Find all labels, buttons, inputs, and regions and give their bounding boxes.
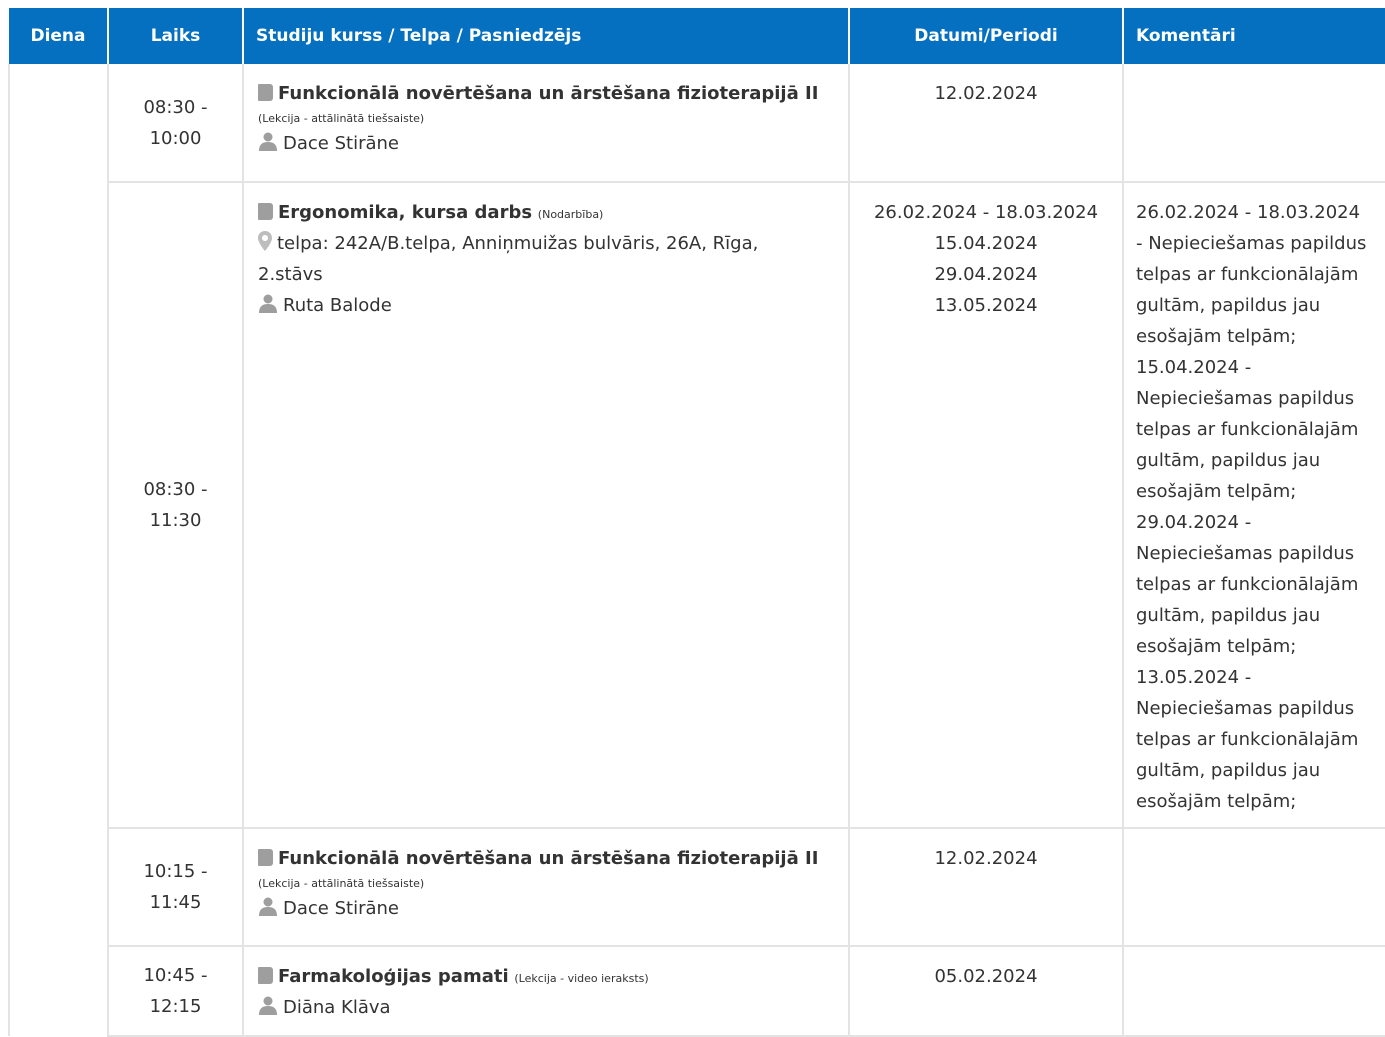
time-end: 11:45: [149, 892, 202, 913]
comments-cell: [1123, 946, 1385, 1037]
comment-line: gultām, papildus jau: [1136, 450, 1321, 471]
book-icon: [258, 966, 273, 984]
comment-line: gultām, papildus jau: [1136, 605, 1321, 626]
comment-line: Nepieciešamas papildus: [1136, 388, 1355, 409]
time-start: 08:30 -: [143, 96, 208, 118]
course-type: (Lekcija - attālinātā tiešsaiste): [258, 877, 425, 890]
course-title[interactable]: Farmakoloģijas pamati: [278, 966, 509, 987]
table-row: 10:45 - 12:15 Farmakoloģijas pamati (Lek…: [9, 946, 1385, 1037]
book-icon: [258, 202, 273, 220]
date-item: 12.02.2024: [934, 848, 1038, 869]
header-comments[interactable]: Komentāri: [1123, 8, 1385, 64]
book-icon: [258, 83, 273, 101]
comment-line: esošajām telpām;: [1136, 481, 1297, 502]
comment-line: Nepieciešamas papildus: [1136, 698, 1355, 719]
comment-line: esošajām telpām;: [1136, 326, 1297, 347]
dates-cell: 12.02.2024: [849, 828, 1124, 947]
header-dates[interactable]: Datumi/Periodi: [849, 8, 1124, 64]
room-line-1: telpa: 242A/B.telpa, Anniņmuižas bulvāri…: [277, 233, 759, 254]
book-icon: [258, 848, 273, 866]
date-item: 26.02.2024 - 18.03.2024: [873, 202, 1099, 223]
comment-line: gultām, papildus jau: [1136, 760, 1321, 781]
dates-cell: 26.02.2024 - 18.03.2024 15.04.2024 29.04…: [849, 182, 1124, 829]
comment-line: 13.05.2024 -: [1136, 667, 1252, 688]
time-cell: 10:45 - 12:15: [108, 946, 244, 1037]
header-time[interactable]: Laiks: [108, 8, 244, 64]
course-type: (Lekcija - attālinātā tiešsaiste): [258, 112, 425, 125]
person-icon: [259, 132, 277, 151]
course-cell: Funkcionālā novērtēšana un ārstēšana fiz…: [243, 828, 850, 947]
comment-line: 15.04.2024 -: [1136, 357, 1252, 378]
date-item: 15.04.2024: [934, 233, 1038, 254]
course-title[interactable]: Funkcionālā novērtēšana un ārstēšana fiz…: [278, 848, 818, 869]
course-type: (Lekcija - video ieraksts): [514, 972, 649, 985]
comment-line: Nepieciešamas papildus: [1136, 543, 1355, 564]
comment-line: esošajām telpām;: [1136, 791, 1297, 812]
schedule-wrapper: Diena Laiks Studiju kurss / Telpa / Pasn…: [8, 8, 1385, 1037]
time-end: 11:30: [149, 510, 202, 531]
header-row: Diena Laiks Studiju kurss / Telpa / Pasn…: [9, 8, 1385, 64]
comments-cell: 26.02.2024 - 18.03.2024 - Nepieciešamas …: [1123, 182, 1385, 829]
table-row: 10:15 - 11:45 Funkcionālā novērtēšana un…: [9, 828, 1385, 947]
time-end: 10:00: [149, 127, 202, 149]
course-title[interactable]: Funkcionālā novērtēšana un ārstēšana fiz…: [278, 83, 818, 104]
dates-cell: 05.02.2024: [849, 946, 1124, 1037]
person-icon: [259, 897, 277, 916]
time-start: 10:45 -: [143, 965, 208, 986]
comment-line: esošajām telpām;: [1136, 636, 1297, 657]
comment-line: 29.04.2024 -: [1136, 512, 1252, 533]
comment-line: telpas ar funkcionālajām: [1136, 419, 1359, 440]
comment-line: telpas ar funkcionālajām: [1136, 574, 1359, 595]
course-cell: Ergonomika, kursa darbs (Nodarbība) telp…: [243, 182, 850, 829]
time-start: 08:30 -: [143, 479, 208, 500]
comment-line: gultām, papildus jau: [1136, 295, 1321, 316]
time-start: 10:15 -: [143, 861, 208, 882]
time-cell: 08:30 - 11:30: [108, 182, 244, 829]
person-icon: [259, 294, 277, 313]
teacher-name[interactable]: Diāna Klāva: [283, 997, 391, 1018]
date-item: 29.04.2024: [934, 264, 1038, 285]
header-day[interactable]: Diena: [9, 8, 109, 64]
date-item: 05.02.2024: [934, 966, 1038, 987]
dates-cell: 12.02.2024: [849, 64, 1124, 183]
map-marker-icon: [258, 231, 272, 251]
time-end: 12:15: [149, 996, 202, 1017]
date-item: 13.05.2024: [934, 295, 1038, 316]
time-cell: 10:15 - 11:45: [108, 828, 244, 947]
comment-line: telpas ar funkcionālajām: [1136, 264, 1359, 285]
date-item: 12.02.2024: [934, 83, 1038, 104]
teacher-name[interactable]: Ruta Balode: [283, 295, 392, 316]
day-cell: [8, 64, 109, 1036]
comment-line: 26.02.2024 - 18.03.2024: [1136, 202, 1361, 223]
teacher-name[interactable]: Dace Stirāne: [283, 133, 399, 154]
comment-line: telpas ar funkcionālajām: [1136, 729, 1359, 750]
course-cell: Farmakoloģijas pamati (Lekcija - video i…: [243, 946, 850, 1037]
comments-cell: [1123, 64, 1385, 183]
comments-cell: [1123, 828, 1385, 947]
course-type: (Nodarbība): [537, 208, 604, 221]
room-line-2: 2.stāvs: [258, 264, 323, 285]
table-row: 08:30 - 11:30 Ergonomika, kursa darbs (N…: [9, 182, 1385, 829]
comment-line: - Nepieciešamas papildus: [1136, 233, 1367, 254]
course-cell: Funkcionālā novērtēšana un ārstēšana fiz…: [243, 64, 850, 183]
schedule-table: Diena Laiks Studiju kurss / Telpa / Pasn…: [8, 8, 1385, 1037]
table-row: 08:30 - 10:00 Funkcionālā novērtēšana un…: [8, 64, 1385, 1036]
course-title[interactable]: Ergonomika, kursa darbs: [278, 202, 532, 223]
time-cell: 08:30 - 10:00: [108, 64, 244, 183]
header-course[interactable]: Studiju kurss / Telpa / Pasniedzējs: [243, 8, 850, 64]
teacher-name[interactable]: Dace Stirāne: [283, 898, 399, 919]
person-icon: [259, 996, 277, 1015]
